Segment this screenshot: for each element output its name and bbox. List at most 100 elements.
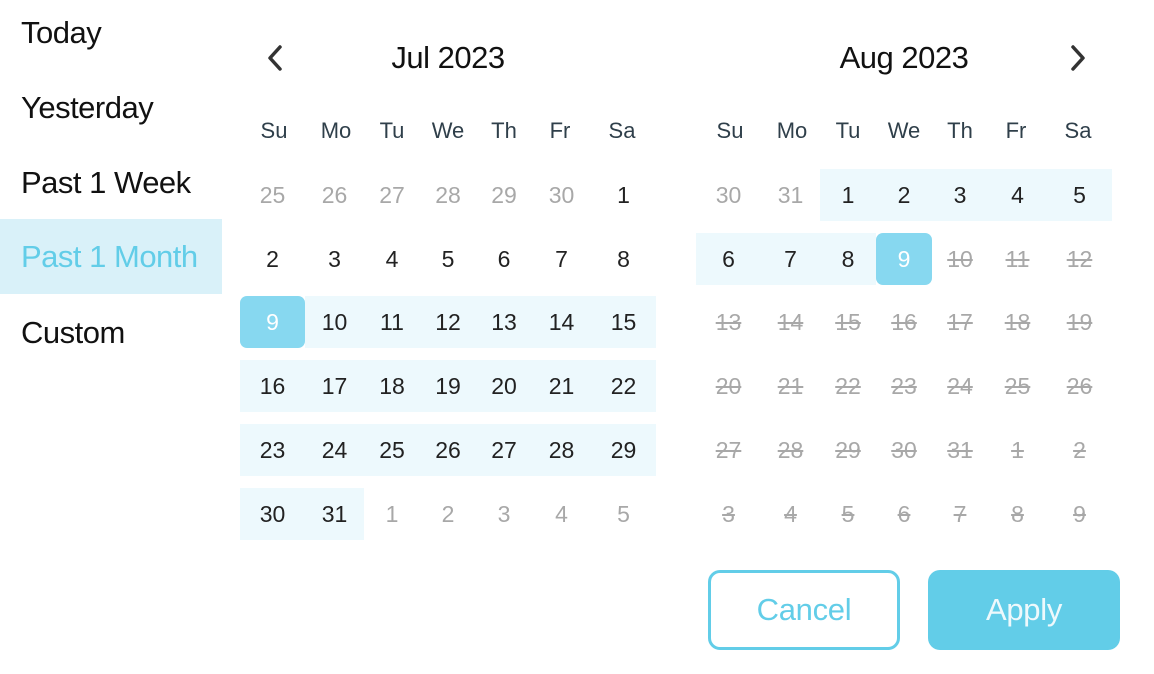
weekday-header: We xyxy=(431,118,465,143)
day-cell[interactable]: 4 xyxy=(988,169,1047,221)
day-cell[interactable]: 8 xyxy=(591,233,656,285)
day-cell: 31 xyxy=(947,436,973,463)
day-cell: 12 xyxy=(1066,245,1093,272)
day-cell: 21 xyxy=(777,372,804,399)
weekday-header: Fr xyxy=(1005,118,1027,143)
preset-yesterday[interactable]: Yesterday xyxy=(0,70,222,145)
day-cell[interactable]: 31 xyxy=(761,169,820,221)
weekday-header: Sa xyxy=(608,118,636,143)
chevron-left-icon xyxy=(265,44,285,72)
day-cell[interactable]: 25 xyxy=(364,424,420,476)
day-cell: 14 xyxy=(777,308,804,335)
preset-past-1-month[interactable]: Past 1 Month xyxy=(0,219,222,294)
day-cell: 27 xyxy=(715,436,742,463)
day-cell[interactable]: 1 xyxy=(820,169,876,221)
preset-past-1-week[interactable]: Past 1 Week xyxy=(0,145,222,220)
weekday-header: Mo xyxy=(320,118,352,143)
next-month-button[interactable] xyxy=(1060,40,1096,76)
day-cell[interactable]: 31 xyxy=(305,488,364,540)
day-cell[interactable]: 4 xyxy=(532,488,591,540)
prev-month-button[interactable] xyxy=(257,40,293,76)
day-cell: 6 xyxy=(897,500,911,527)
day-cell[interactable]: 27 xyxy=(476,424,532,476)
weekday-header: We xyxy=(887,118,921,143)
day-cell-selected[interactable]: 9 xyxy=(876,233,932,285)
day-cell[interactable]: 27 xyxy=(364,169,420,221)
day-cell[interactable]: 1 xyxy=(591,169,656,221)
day-cell[interactable]: 26 xyxy=(420,424,476,476)
day-cell: 23 xyxy=(891,372,917,399)
day-cell[interactable]: 5 xyxy=(591,488,656,540)
day-cell[interactable]: 25 xyxy=(240,169,305,221)
day-cell: 25 xyxy=(1004,372,1031,399)
day-cell: 29 xyxy=(835,436,861,463)
day-cell[interactable]: 8 xyxy=(820,233,876,285)
day-cell: 3 xyxy=(722,500,735,527)
apply-button[interactable]: Apply xyxy=(928,570,1120,650)
weekday-header: Mo xyxy=(776,118,808,143)
day-cell[interactable]: 10 xyxy=(305,296,364,348)
day-cell[interactable]: 5 xyxy=(420,233,476,285)
day-cell[interactable]: 4 xyxy=(364,233,420,285)
day-cell[interactable]: 1 xyxy=(364,488,420,540)
day-cell: 13 xyxy=(715,308,742,335)
weekday-header: Su xyxy=(716,118,744,143)
day-cell[interactable]: 5 xyxy=(1047,169,1112,221)
weekday-header: Tu xyxy=(835,118,861,143)
day-cell[interactable]: 3 xyxy=(305,233,364,285)
day-cell[interactable]: 28 xyxy=(420,169,476,221)
day-cell: 19 xyxy=(1066,308,1093,335)
day-cell-selected[interactable]: 9 xyxy=(240,296,305,348)
day-cell[interactable]: 29 xyxy=(591,424,656,476)
day-cell: 16 xyxy=(891,308,917,335)
day-cell[interactable]: 6 xyxy=(696,233,761,285)
day-cell[interactable]: 3 xyxy=(476,488,532,540)
day-cell[interactable]: 7 xyxy=(532,233,591,285)
day-cell: 22 xyxy=(835,372,861,399)
day-cell[interactable]: 30 xyxy=(696,169,761,221)
day-cell[interactable]: 15 xyxy=(591,296,656,348)
day-cell[interactable]: 20 xyxy=(476,360,532,412)
day-cell[interactable]: 13 xyxy=(476,296,532,348)
cancel-button[interactable]: Cancel xyxy=(708,570,900,650)
day-cell[interactable]: 2 xyxy=(420,488,476,540)
weekday-header: Fr xyxy=(549,118,571,143)
day-cell: 24 xyxy=(947,372,973,399)
day-cell[interactable]: 29 xyxy=(476,169,532,221)
day-cell[interactable]: 28 xyxy=(532,424,591,476)
preset-custom[interactable]: Custom xyxy=(0,295,222,370)
day-cell[interactable]: 22 xyxy=(591,360,656,412)
day-cell[interactable]: 30 xyxy=(532,169,591,221)
day-cell[interactable]: 24 xyxy=(305,424,364,476)
day-cell[interactable]: 2 xyxy=(240,233,305,285)
day-cell: 18 xyxy=(1004,308,1031,335)
day-cell[interactable]: 17 xyxy=(305,360,364,412)
day-cell: 10 xyxy=(947,245,973,272)
day-cell[interactable]: 2 xyxy=(876,169,932,221)
day-cell: 4 xyxy=(784,500,797,527)
weekday-header: Sa xyxy=(1064,118,1092,143)
day-cell: 15 xyxy=(835,308,861,335)
month-title: Aug 2023 xyxy=(839,40,969,75)
day-cell: 11 xyxy=(1005,245,1030,272)
preset-today[interactable]: Today xyxy=(0,0,222,70)
day-cell[interactable]: 12 xyxy=(420,296,476,348)
day-cell: 26 xyxy=(1066,372,1093,399)
day-cell: 17 xyxy=(947,308,973,335)
day-cell[interactable]: 23 xyxy=(240,424,305,476)
day-cell[interactable]: 6 xyxy=(476,233,532,285)
day-cell[interactable]: 18 xyxy=(364,360,420,412)
day-cell[interactable]: 30 xyxy=(240,488,305,540)
day-cell[interactable]: 21 xyxy=(532,360,591,412)
day-cell: 8 xyxy=(1011,500,1024,527)
day-cell: 7 xyxy=(953,500,967,527)
day-cell[interactable]: 26 xyxy=(305,169,364,221)
day-cell[interactable]: 3 xyxy=(932,169,988,221)
day-cell[interactable]: 7 xyxy=(761,233,820,285)
day-cell: 20 xyxy=(715,372,742,399)
month-title: Jul 2023 xyxy=(391,40,505,75)
day-cell[interactable]: 11 xyxy=(364,296,420,348)
day-cell[interactable]: 19 xyxy=(420,360,476,412)
day-cell[interactable]: 16 xyxy=(240,360,305,412)
day-cell[interactable]: 14 xyxy=(532,296,591,348)
